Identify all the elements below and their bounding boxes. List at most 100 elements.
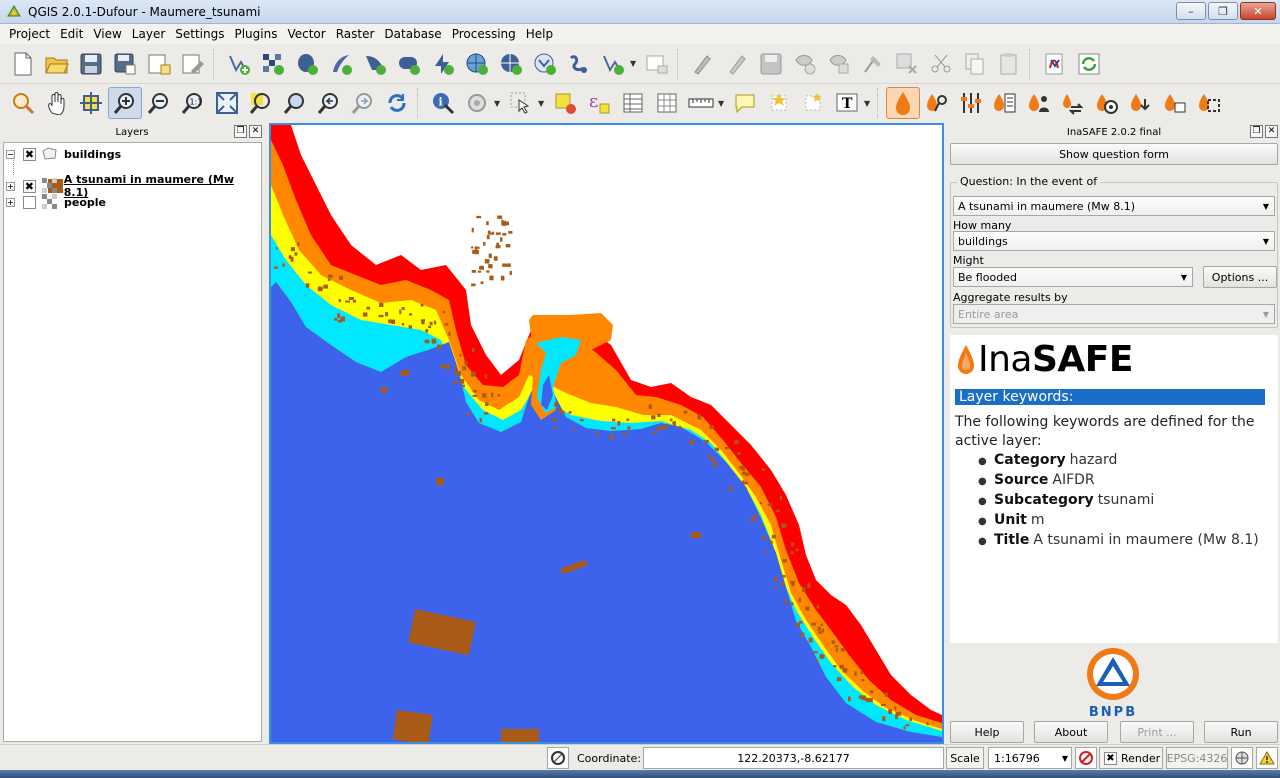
exposure-select[interactable]: buildings ▼ bbox=[953, 231, 1275, 251]
add-delimited-text-icon[interactable] bbox=[528, 48, 562, 80]
zoom-to-layer-icon[interactable] bbox=[278, 87, 312, 119]
edit-pencil-icon[interactable] bbox=[720, 48, 754, 80]
messages-warning-icon[interactable] bbox=[1256, 747, 1278, 769]
show-bookmarks-icon[interactable] bbox=[796, 87, 830, 119]
zoom-to-selection-icon[interactable] bbox=[244, 87, 278, 119]
inasafe-save-scenario-icon[interactable] bbox=[1124, 87, 1158, 119]
zoom-actual-size-icon[interactable]: 1:1 bbox=[176, 87, 210, 119]
zoom-next-icon[interactable] bbox=[346, 87, 380, 119]
inasafe-osm-icon[interactable] bbox=[1158, 87, 1192, 119]
chevron-down-icon[interactable]: ▼ bbox=[630, 59, 640, 68]
save-edits-icon[interactable] bbox=[754, 48, 788, 80]
render-checkbox[interactable]: ✖ Render bbox=[1099, 747, 1163, 769]
stop-render-icon[interactable] bbox=[1075, 747, 1097, 769]
impact-function-select[interactable]: Be flooded ▼ bbox=[953, 267, 1193, 287]
refresh-icon[interactable] bbox=[380, 87, 414, 119]
close-icon[interactable]: ✕ bbox=[249, 125, 262, 138]
inasafe-people-icon[interactable] bbox=[1022, 87, 1056, 119]
show-question-form-button[interactable]: Show question form bbox=[950, 143, 1278, 165]
inasafe-dock-icon[interactable] bbox=[886, 87, 920, 119]
help-button[interactable]: Help bbox=[950, 721, 1024, 743]
paste-features-icon[interactable] bbox=[992, 48, 1026, 80]
add-vector-layer-icon[interactable] bbox=[222, 48, 256, 80]
minimize-button[interactable]: – bbox=[1176, 2, 1206, 20]
save-as-icon[interactable] bbox=[108, 48, 142, 80]
menu-layer[interactable]: Layer bbox=[127, 24, 170, 44]
menu-settings[interactable]: Settings bbox=[170, 24, 229, 44]
close-button[interactable]: ✕ bbox=[1240, 2, 1276, 20]
menu-processing[interactable]: Processing bbox=[447, 24, 521, 44]
menu-database[interactable]: Database bbox=[379, 24, 446, 44]
attribute-table-icon[interactable] bbox=[616, 87, 650, 119]
deselect-icon[interactable] bbox=[548, 87, 582, 119]
add-raster-layer-icon[interactable] bbox=[256, 48, 290, 80]
add-feature-icon[interactable] bbox=[788, 48, 822, 80]
select-features-icon[interactable] bbox=[504, 87, 538, 119]
python-console-icon[interactable] bbox=[1038, 48, 1072, 80]
toggle-extents-icon[interactable] bbox=[547, 747, 569, 769]
render-check-box[interactable]: ✖ bbox=[1104, 751, 1117, 765]
inasafe-converter-icon[interactable] bbox=[1056, 87, 1090, 119]
new-layer-icon[interactable] bbox=[596, 48, 630, 80]
menu-project[interactable]: Project bbox=[4, 24, 55, 44]
layer-item-buildings[interactable]: − ✖ buildings bbox=[6, 146, 121, 162]
chevron-down-icon[interactable]: ▼ bbox=[718, 99, 728, 108]
add-oracle-layer-icon[interactable] bbox=[392, 48, 426, 80]
expand-icon[interactable]: + bbox=[6, 197, 15, 207]
field-calculator-icon[interactable] bbox=[650, 87, 684, 119]
undock-icon[interactable]: ❐ bbox=[234, 125, 247, 138]
pan-to-selection-icon[interactable] bbox=[74, 87, 108, 119]
save-project-icon[interactable] bbox=[74, 48, 108, 80]
inasafe-impact-functions-icon[interactable] bbox=[988, 87, 1022, 119]
zoom-out-icon[interactable] bbox=[142, 87, 176, 119]
about-button[interactable]: About bbox=[1034, 721, 1108, 743]
chevron-down-icon[interactable]: ▼ bbox=[538, 99, 548, 108]
add-wfs-layer-icon[interactable] bbox=[494, 48, 528, 80]
print-button[interactable]: Print ... bbox=[1120, 721, 1194, 743]
add-spatialite-layer-icon[interactable] bbox=[324, 48, 358, 80]
layer-item-tsunami[interactable]: + ✖ A tsunami in maumere (Mw 8.1) bbox=[6, 173, 261, 199]
add-wms-layer-icon[interactable] bbox=[426, 48, 460, 80]
move-feature-icon[interactable] bbox=[822, 48, 856, 80]
layer-visibility-checkbox[interactable]: ✖ bbox=[22, 179, 36, 193]
zoom-last-icon[interactable] bbox=[312, 87, 346, 119]
add-postgis-layer-icon[interactable] bbox=[290, 48, 324, 80]
new-print-composer-icon[interactable] bbox=[142, 48, 176, 80]
chevron-down-icon[interactable]: ▼ bbox=[864, 99, 874, 108]
run-action-icon[interactable] bbox=[460, 87, 494, 119]
copy-features-icon[interactable] bbox=[958, 48, 992, 80]
toggle-editing-icon[interactable] bbox=[686, 48, 720, 80]
coordinate-field[interactable]: 122.20373,-8.62177 bbox=[643, 747, 944, 769]
menu-help[interactable]: Help bbox=[521, 24, 558, 44]
aggregation-select[interactable]: Entire area ▼ bbox=[953, 304, 1275, 324]
new-bookmark-icon[interactable] bbox=[762, 87, 796, 119]
crs-globe-icon[interactable] bbox=[1231, 747, 1253, 769]
zoom-in-icon[interactable] bbox=[108, 87, 142, 119]
menu-plugins[interactable]: Plugins bbox=[229, 24, 282, 44]
add-wcs-layer-icon[interactable] bbox=[460, 48, 494, 80]
collapse-icon[interactable]: − bbox=[6, 149, 15, 159]
menu-raster[interactable]: Raster bbox=[331, 24, 380, 44]
new-shapefile-icon[interactable] bbox=[562, 48, 596, 80]
expression-select-icon[interactable]: ε bbox=[582, 87, 616, 119]
undock-icon[interactable]: ❐ bbox=[1250, 125, 1263, 138]
crs-button[interactable]: EPSG:4326 bbox=[1166, 747, 1228, 769]
text-annotation-icon[interactable]: T bbox=[830, 87, 864, 119]
composer-manager-icon[interactable] bbox=[176, 48, 210, 80]
add-mssql-layer-icon[interactable] bbox=[358, 48, 392, 80]
measure-line-icon[interactable] bbox=[684, 87, 718, 119]
identify-icon[interactable]: i bbox=[426, 87, 460, 119]
new-project-icon[interactable] bbox=[6, 48, 40, 80]
inasafe-options-icon[interactable] bbox=[954, 87, 988, 119]
tsunami-map[interactable] bbox=[271, 125, 942, 742]
inasafe-batch-icon[interactable] bbox=[1090, 87, 1124, 119]
menu-edit[interactable]: Edit bbox=[55, 24, 88, 44]
layer-visibility-checkbox[interactable] bbox=[23, 195, 36, 209]
hazard-select[interactable]: A tsunami in maumere (Mw 8.1) ▼ bbox=[953, 196, 1275, 216]
zoom-full-icon[interactable] bbox=[210, 87, 244, 119]
options-button[interactable]: Options ... bbox=[1203, 266, 1277, 288]
node-tool-icon[interactable] bbox=[856, 48, 890, 80]
chevron-down-icon[interactable]: ▼ bbox=[494, 99, 504, 108]
map-canvas[interactable] bbox=[269, 123, 944, 744]
menu-view[interactable]: View bbox=[88, 24, 126, 44]
